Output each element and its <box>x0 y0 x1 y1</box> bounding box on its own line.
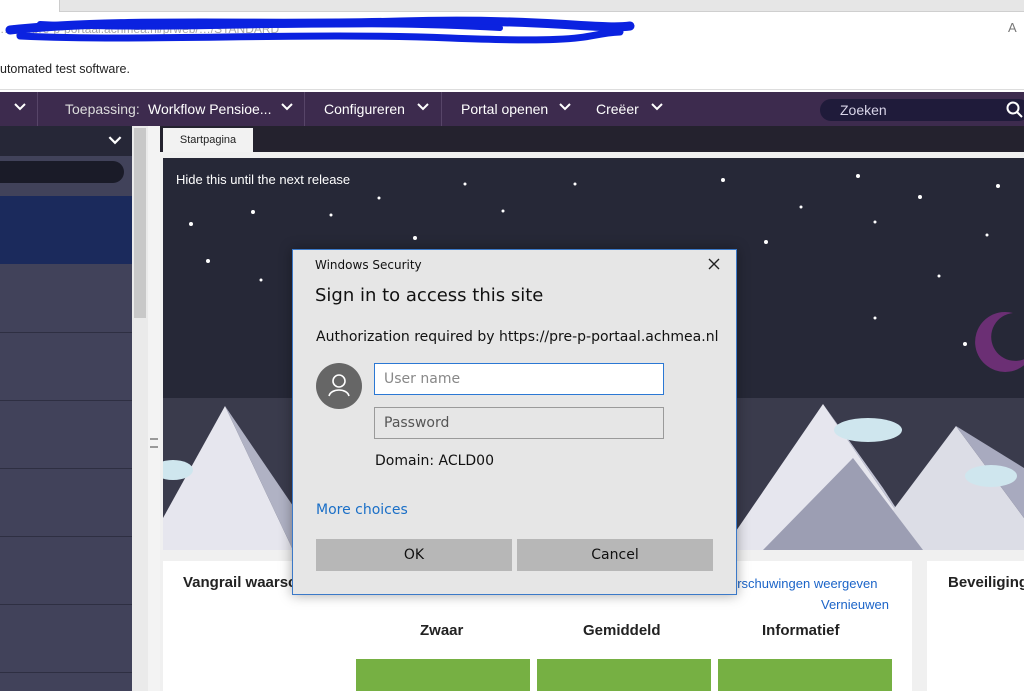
pane-splitter[interactable] <box>148 126 160 691</box>
refresh-link[interactable]: Vernieuwen <box>821 597 889 612</box>
severity-tile-informatief[interactable] <box>718 659 892 691</box>
sidebar-divider <box>0 672 132 673</box>
tab-startpagina[interactable]: Startpagina <box>163 128 253 152</box>
column-header: Zwaar <box>420 622 464 639</box>
column-header: Gemiddeld <box>583 622 661 639</box>
sidebar-divider <box>0 468 132 469</box>
redaction-scribble <box>5 16 635 44</box>
security-card-title: Beveiliging <box>948 574 1024 591</box>
sidebar-filter-input[interactable] <box>0 161 124 183</box>
guardrail-card-title: Vangrail waarsc <box>183 574 297 591</box>
password-input[interactable] <box>374 407 664 439</box>
domain-text: Domain: ACLD00 <box>375 453 494 469</box>
chevron-down-icon[interactable] <box>559 103 571 111</box>
browser-tab-strip <box>0 0 1024 12</box>
chevron-down-icon[interactable] <box>281 103 293 111</box>
nav-separator <box>37 92 38 126</box>
browser-tab[interactable] <box>0 0 60 12</box>
chevron-down-icon[interactable] <box>417 103 429 111</box>
nav-separator <box>441 92 442 126</box>
more-choices-link[interactable]: More choices <box>316 502 408 518</box>
chevron-down-icon[interactable] <box>651 103 663 111</box>
configureren-menu[interactable]: Configureren <box>324 92 405 126</box>
automation-infobar <box>0 50 1024 90</box>
sidebar-scroll-thumb[interactable] <box>134 128 146 318</box>
chevron-down-icon[interactable] <box>14 103 26 111</box>
sidebar-divider <box>0 604 132 605</box>
reader-view-icon[interactable]: A <box>1008 20 1017 35</box>
search-icon[interactable] <box>1006 101 1024 119</box>
sidebar-divider <box>0 332 132 333</box>
username-input[interactable] <box>374 363 664 395</box>
severity-tile-gemiddeld[interactable] <box>537 659 711 691</box>
severity-tile-zwaar[interactable] <box>356 659 530 691</box>
sidebar-divider <box>0 536 132 537</box>
cancel-button[interactable]: Cancel <box>517 539 713 571</box>
search-input[interactable] <box>820 99 1000 121</box>
sidebar-divider <box>0 400 132 401</box>
dialog-caption: Windows Security <box>315 258 422 272</box>
user-avatar-icon <box>316 363 362 409</box>
splitter-grip-icon <box>150 438 158 448</box>
infobar-text: utomated test software. <box>0 62 130 76</box>
workspace-tabbar <box>160 126 1024 152</box>
portal-openen-menu[interactable]: Portal openen <box>461 92 548 126</box>
creeer-menu[interactable]: Creëer <box>596 92 639 126</box>
authorization-text: Authorization required by https://pre-p-… <box>316 329 719 345</box>
banner-text[interactable]: Hide this until the next release <box>176 172 350 187</box>
ok-button[interactable]: OK <box>316 539 512 571</box>
column-header: Informatief <box>762 622 840 639</box>
toepassing-select[interactable]: Workflow Pensioe... <box>148 92 271 126</box>
close-icon[interactable] <box>706 256 722 272</box>
dialog-title: Sign in to access this site <box>315 285 544 306</box>
toepassing-label: Toepassing: <box>65 101 140 117</box>
show-warnings-link[interactable]: erschuwingen weergeven <box>730 576 877 591</box>
nav-separator <box>304 92 305 126</box>
chevron-down-icon[interactable] <box>108 136 122 145</box>
sidebar-item-active[interactable] <box>0 196 132 264</box>
